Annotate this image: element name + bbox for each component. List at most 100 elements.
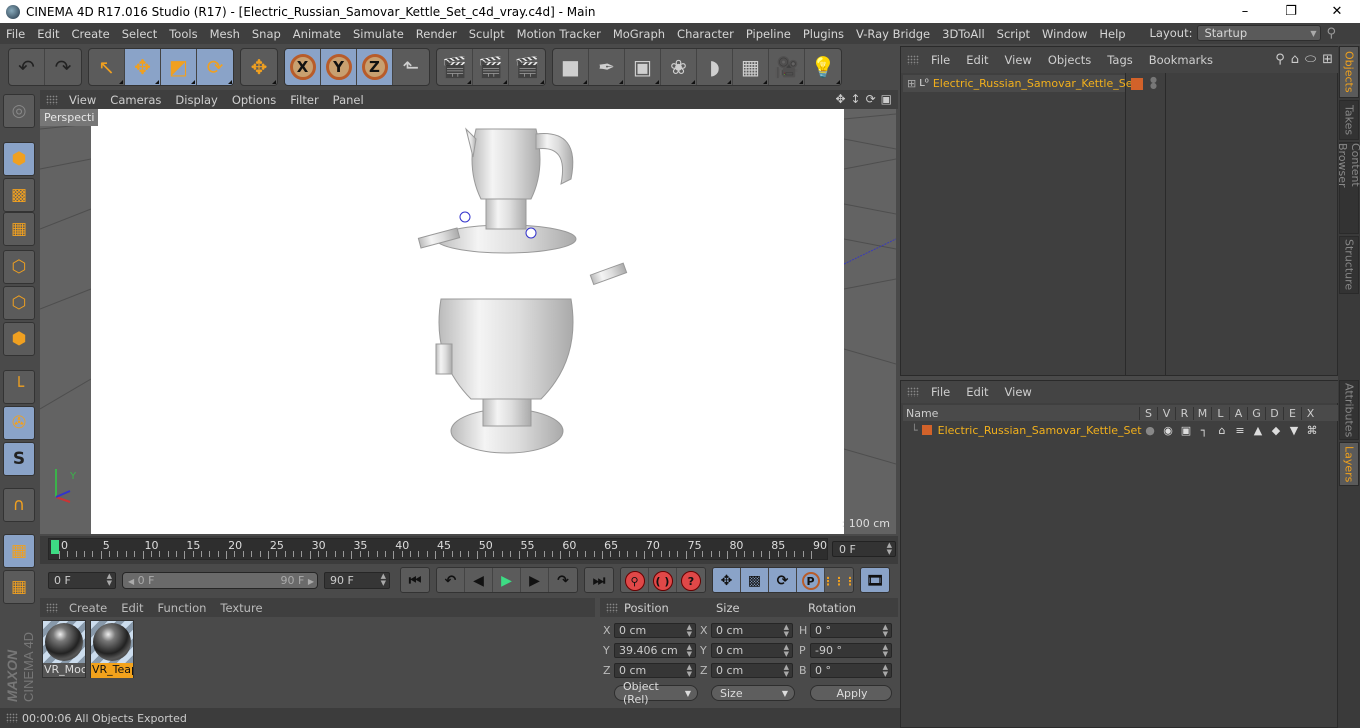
redo-button[interactable]: ↷ xyxy=(45,49,81,85)
layer-column-g[interactable]: G xyxy=(1247,406,1265,420)
menu-motion-tracker[interactable]: Motion Tracker xyxy=(511,27,607,41)
material-menu-create[interactable]: Create xyxy=(62,601,114,615)
cube-button[interactable]: ■ xyxy=(553,49,589,85)
viewport-menu-panel[interactable]: Panel xyxy=(326,93,371,107)
layer-column-r[interactable]: R xyxy=(1175,406,1193,420)
panel-grip-icon[interactable] xyxy=(46,602,58,613)
key-parameter-toggle[interactable]: P xyxy=(797,568,825,592)
key-scale-toggle[interactable]: ▩ xyxy=(741,568,769,592)
position-y-field[interactable]: 39.406 cm ▲ ▼ xyxy=(614,643,696,658)
solo-button[interactable]: S xyxy=(3,442,35,476)
layer-column-v[interactable]: V xyxy=(1157,406,1175,420)
menu-character[interactable]: Character xyxy=(671,27,740,41)
menu-mesh[interactable]: Mesh xyxy=(204,27,246,41)
menu-v-ray-bridge[interactable]: V-Ray Bridge xyxy=(850,27,936,41)
viewport-menu-display[interactable]: Display xyxy=(168,93,224,107)
side-tab-takes[interactable]: Takes xyxy=(1339,100,1359,140)
visible-editor-icon[interactable]: ◉ xyxy=(1159,424,1177,437)
make-editable-button[interactable]: ◎ xyxy=(3,94,35,128)
close-button[interactable]: ✕ xyxy=(1314,0,1360,23)
viewport-camera-label[interactable]: Perspecti xyxy=(40,109,99,126)
menu-animate[interactable]: Animate xyxy=(287,27,347,41)
visible-render-icon[interactable]: ▣ xyxy=(1177,424,1195,437)
xrefs-icon[interactable]: ⌘ xyxy=(1303,424,1321,437)
z-axis-button[interactable]: Z xyxy=(357,49,393,85)
side-tab-structure[interactable]: Structure xyxy=(1339,236,1359,294)
panel-grip-icon[interactable] xyxy=(46,94,58,105)
move-button[interactable]: ✥ xyxy=(125,49,161,85)
lock-workplane-button[interactable]: ▦ xyxy=(3,534,35,568)
apply-button[interactable]: Apply xyxy=(810,685,892,701)
points-mode-button[interactable]: ⬡ xyxy=(3,250,35,284)
range-right-arrow-icon[interactable]: ▶ xyxy=(308,577,314,586)
menu-create[interactable]: Create xyxy=(66,27,116,41)
home-icon[interactable]: ⌂ xyxy=(1291,52,1299,67)
spinner-icon[interactable]: ▲ ▼ xyxy=(784,643,789,658)
subdivision-button[interactable]: ▣ xyxy=(625,49,661,85)
spinner-icon[interactable]: ▲ ▼ xyxy=(381,573,386,587)
side-tab-content-browser[interactable]: Content Browser xyxy=(1336,142,1360,234)
floor-button[interactable]: ▦ xyxy=(733,49,769,85)
viewport-menu-view[interactable]: View xyxy=(62,93,103,107)
layer-color-swatch[interactable] xyxy=(1131,78,1143,90)
layer-menu-file[interactable]: File xyxy=(923,385,958,399)
rotation-h-field[interactable]: 0 ° ▲ ▼ xyxy=(810,623,892,638)
manager-icon[interactable]: ┐ xyxy=(1195,424,1213,437)
spinner-icon[interactable]: ▲ ▼ xyxy=(784,623,789,638)
go-to-end-button[interactable]: ⏭ xyxy=(585,568,613,592)
material-swatch[interactable]: VR_Moc xyxy=(42,620,86,678)
menu-script[interactable]: Script xyxy=(991,27,1036,41)
layer-column-e[interactable]: E xyxy=(1283,406,1301,420)
start-frame-field[interactable]: 0 F ▲ ▼ xyxy=(48,571,116,589)
render-settings-button[interactable]: 🎬 xyxy=(509,49,545,85)
layer-column-name[interactable]: Name xyxy=(903,407,1139,420)
undo-button[interactable]: ↶ xyxy=(9,49,45,85)
layer-row[interactable]: └ Electric_Russian_Samovar_Kettle_Set ● ◉… xyxy=(903,422,1339,438)
record-active-objects-button[interactable]: ⚲ xyxy=(621,568,649,592)
cloner-button[interactable]: ❀ xyxy=(661,49,697,85)
size-x-field[interactable]: 0 cm ▲ ▼ xyxy=(711,623,793,638)
object-menu-view[interactable]: View xyxy=(997,53,1040,67)
camera-button[interactable]: 🎥 xyxy=(769,49,805,85)
menu-window[interactable]: Window xyxy=(1036,27,1093,41)
pan-view-icon[interactable]: ✥ xyxy=(835,92,845,106)
key-pla-toggle[interactable]: ⋮⋮⋮ xyxy=(823,568,854,592)
last-tool-button[interactable]: ✥ xyxy=(241,49,277,85)
menu-render[interactable]: Render xyxy=(410,27,463,41)
viewport-menu-options[interactable]: Options xyxy=(225,93,283,107)
expand-icon[interactable]: ⊞ xyxy=(907,77,916,90)
layer-column-m[interactable]: M xyxy=(1193,406,1211,420)
spinner-icon[interactable]: ▲ ▼ xyxy=(107,573,112,587)
key-rotation-toggle[interactable]: ⟳ xyxy=(769,568,797,592)
spinner-icon[interactable]: ▲ ▼ xyxy=(883,643,888,658)
rotation-b-field[interactable]: 0 ° ▲ ▼ xyxy=(810,663,892,678)
material-menu-edit[interactable]: Edit xyxy=(114,601,150,615)
side-tab-attributes[interactable]: Attributes xyxy=(1339,380,1359,440)
minimize-button[interactable]: – xyxy=(1222,0,1268,23)
spinner-icon[interactable]: ▲ ▼ xyxy=(883,663,888,678)
live-selection-button[interactable]: ↖ xyxy=(89,49,125,85)
viewport-menu-cameras[interactable]: Cameras xyxy=(103,93,168,107)
menu-help[interactable]: Help xyxy=(1093,27,1131,41)
solo-dot-icon[interactable]: ● xyxy=(1141,424,1159,437)
end-frame-field[interactable]: 90 F ▲ ▼ xyxy=(324,571,390,589)
menu-simulate[interactable]: Simulate xyxy=(347,27,410,41)
playhead[interactable] xyxy=(51,540,59,554)
lock-icon[interactable]: ⌂ xyxy=(1213,424,1231,437)
new-window-icon[interactable]: ⊞ xyxy=(1322,52,1333,67)
previous-frame-button[interactable]: ◀ xyxy=(465,568,493,592)
rotation-p-field[interactable]: -90 ° ▲ ▼ xyxy=(810,643,892,658)
pen-spline-button[interactable]: ✒ xyxy=(589,49,625,85)
snap-button[interactable]: ∩ xyxy=(3,488,35,522)
keyframe-selection-button[interactable]: ? xyxy=(677,568,705,592)
planar-workplane-button[interactable]: ▦ xyxy=(3,570,35,604)
spinner-icon[interactable]: ▲ ▼ xyxy=(883,623,888,638)
panel-grip-icon[interactable] xyxy=(6,713,18,723)
range-left-arrow-icon[interactable]: ◀ xyxy=(128,577,134,586)
tweak-mode-button[interactable]: ✇ xyxy=(3,406,35,440)
go-to-start-button[interactable]: ⏮ xyxy=(401,568,429,592)
size-mode-dropdown[interactable]: Size ▼ xyxy=(711,685,795,701)
next-keyframe-button[interactable]: ↷ xyxy=(549,568,577,592)
menu-snap[interactable]: Snap xyxy=(246,27,287,41)
menu-pipeline[interactable]: Pipeline xyxy=(740,27,797,41)
